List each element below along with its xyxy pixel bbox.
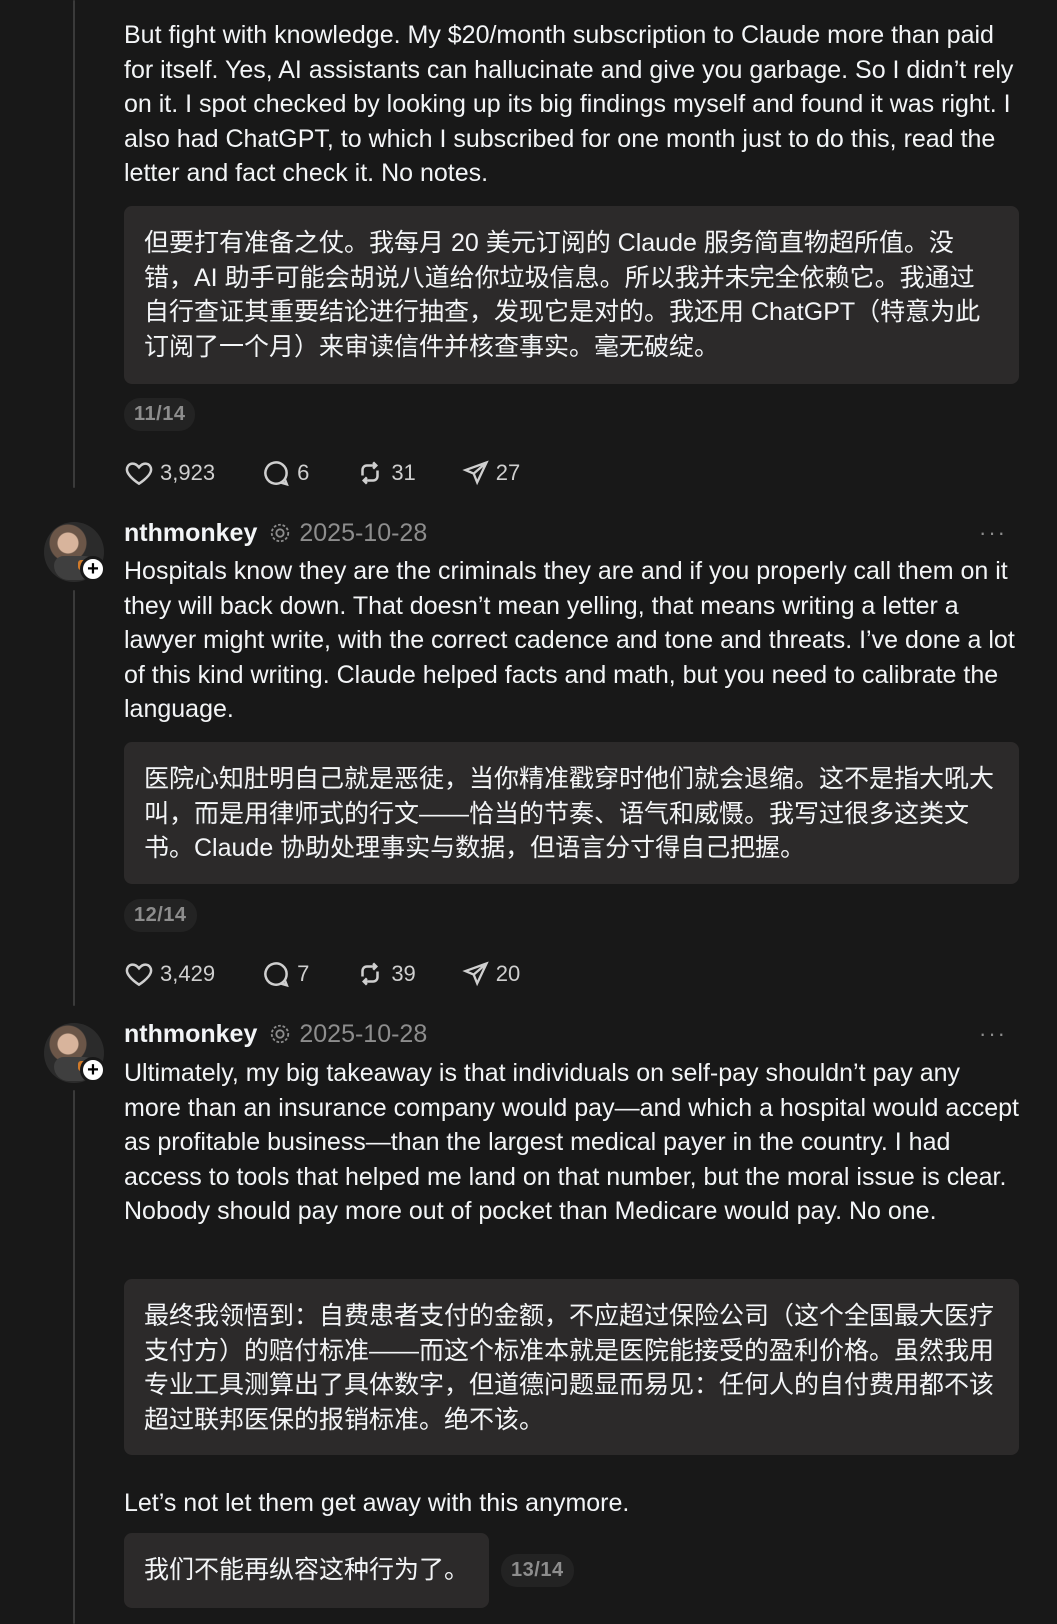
share-icon <box>462 961 489 987</box>
thread-connector <box>73 1090 75 1624</box>
verified-icon <box>271 1024 290 1044</box>
post-translation: 但要打有准备之仗。我每月 20 美元订阅的 Claude 服务简直物超所值。没错… <box>124 206 1019 384</box>
like-count: 3,429 <box>160 961 216 986</box>
repost-count: 31 <box>391 460 416 485</box>
reply-button[interactable]: 7 <box>261 959 309 989</box>
plus-icon: + <box>87 1059 99 1081</box>
verified-icon <box>271 523 290 543</box>
share-button[interactable]: 27 <box>462 459 520 487</box>
post-body: Ultimately, my big takeaway is that indi… <box>124 1059 1019 1225</box>
page-indicator: 11/14 <box>124 398 196 431</box>
comment-icon <box>264 461 289 487</box>
post-body: Hospitals know they are the criminals th… <box>124 557 1015 723</box>
page-indicator: 13/14 <box>501 1553 574 1587</box>
like-button[interactable]: 3,429 <box>124 959 215 989</box>
share-count: 27 <box>495 460 521 485</box>
post-header: nthmonkey 2025-10-28 ··· <box>124 1017 1019 1051</box>
heart-icon <box>125 963 153 987</box>
thread-page: But fight with knowledge. My $20/month s… <box>0 0 1057 1624</box>
reply-button[interactable]: 6 <box>261 458 309 488</box>
thread-connector <box>73 0 75 488</box>
follow-button[interactable]: + <box>80 1057 106 1083</box>
reply-count: 6 <box>297 460 310 485</box>
post-header: nthmonkey 2025-10-28 ··· <box>124 516 1019 550</box>
avatar[interactable]: + <box>44 522 106 582</box>
post-translation: 医院心知肚明自己就是恶徒，当你精准戳穿时他们就会退缩。这不是指大吼大叫，而是用律… <box>124 742 1019 884</box>
repost-icon <box>361 962 380 986</box>
share-icon <box>462 460 489 486</box>
comment-icon <box>264 962 289 988</box>
post-date: 2025-10-28 <box>299 1019 428 1048</box>
more-icon[interactable]: ··· <box>979 520 1007 546</box>
heart-icon <box>125 462 153 486</box>
more-icon[interactable]: ··· <box>979 1021 1007 1047</box>
share-count: 20 <box>495 961 521 986</box>
repost-icon <box>361 461 380 485</box>
avatar[interactable]: + <box>44 1023 106 1083</box>
thread-connector <box>73 590 75 1006</box>
post-date: 2025-10-28 <box>299 518 428 547</box>
like-count: 3,923 <box>160 460 216 485</box>
post-body-continued: Let’s not let them get away with this an… <box>124 1489 630 1517</box>
username[interactable]: nthmonkey <box>124 519 257 548</box>
username[interactable]: nthmonkey <box>124 1020 257 1049</box>
repost-button[interactable]: 31 <box>355 458 416 488</box>
post-translation: 最终我领悟到：自费患者支付的金额，不应超过保险公司（这个全国最大医疗支付方）的赔… <box>124 1279 1019 1455</box>
reply-count: 7 <box>297 961 310 986</box>
repost-count: 39 <box>391 961 416 986</box>
like-button[interactable]: 3,923 <box>124 458 215 488</box>
follow-button[interactable]: + <box>80 556 106 582</box>
post-translation: 我们不能再纵容这种行为了。 <box>124 1533 490 1608</box>
repost-button[interactable]: 39 <box>355 959 416 989</box>
page-indicator: 12/14 <box>124 899 197 932</box>
plus-icon: + <box>87 558 99 580</box>
share-button[interactable]: 20 <box>462 960 520 988</box>
post-body: But fight with knowledge. My $20/month s… <box>124 21 1014 187</box>
